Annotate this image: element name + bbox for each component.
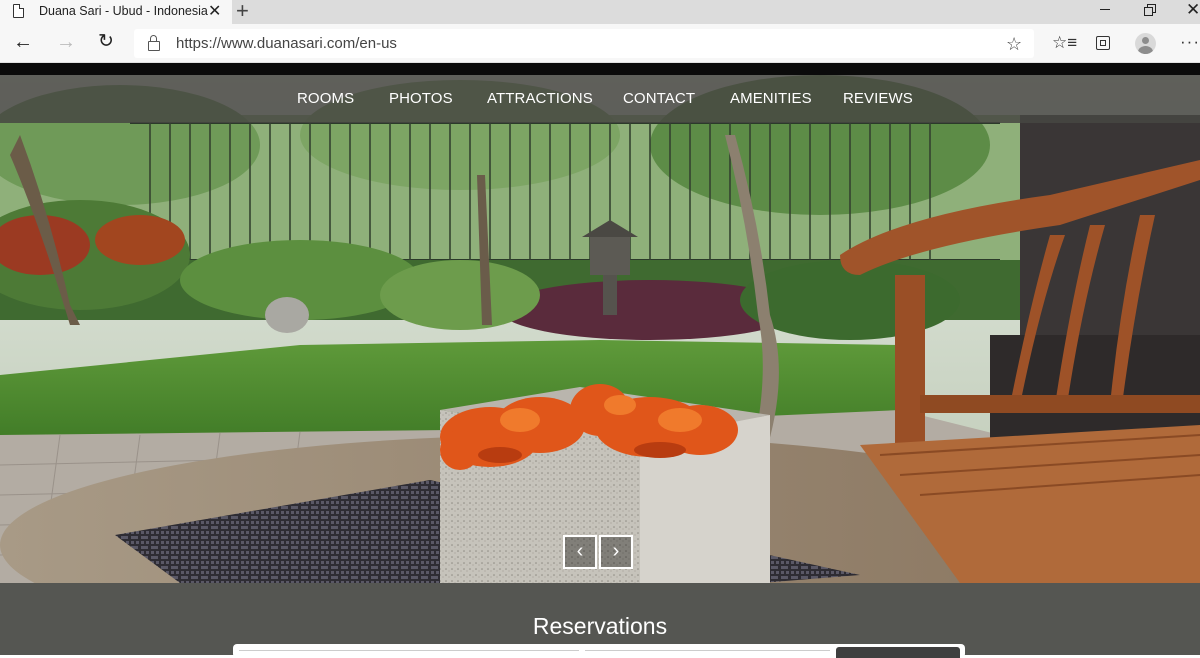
search-availability-button[interactable] (836, 647, 960, 658)
reservation-form (233, 644, 965, 658)
star-icon[interactable]: ☆ (1006, 34, 1022, 55)
page-icon (13, 4, 24, 18)
reservations-title: Reservations (532, 613, 668, 639)
site-header-band (0, 63, 1200, 75)
maximize-icon[interactable] (1144, 4, 1156, 16)
forward-arrow-icon[interactable]: → (56, 32, 76, 52)
reservations-section: Reservations (0, 583, 1200, 658)
carousel-next-button[interactable]: › (599, 535, 633, 569)
hero-slideshow-image (0, 75, 1200, 583)
carousel-prev-button[interactable]: ‹ (563, 535, 597, 569)
browser-tab[interactable]: Duana Sari - Ubud - Indonesia ✕ (0, 0, 232, 24)
more-icon[interactable]: ··· (1180, 32, 1200, 52)
nav-rooms[interactable]: ROOMS (297, 90, 354, 107)
plus-icon[interactable]: + (236, 0, 249, 24)
main-navigation: ROOMS PHOTOS ATTRACTIONS CONTACT AMENITI… (0, 75, 1200, 123)
nav-reviews[interactable]: REVIEWS (843, 90, 913, 107)
favorites-icon[interactable]: ☆≡ (1052, 33, 1077, 53)
nav-photos[interactable]: PHOTOS (389, 90, 453, 107)
tab-title: Duana Sari - Ubud - Indonesia (39, 4, 208, 18)
address-input[interactable]: https://www.duanasari.com/en-us (134, 29, 1034, 58)
collections-icon[interactable] (1096, 36, 1110, 50)
nav-contact[interactable]: CONTACT (623, 90, 695, 107)
profile-icon[interactable] (1135, 33, 1156, 54)
lock-icon[interactable] (148, 35, 160, 51)
chevron-left-icon: ‹ (576, 540, 584, 562)
checkout-field[interactable] (585, 650, 830, 651)
nav-attractions[interactable]: ATTRACTIONS (487, 90, 593, 107)
close-window-icon[interactable]: ✕ (1186, 0, 1200, 20)
minimize-icon[interactable] (1100, 2, 1110, 14)
close-icon[interactable]: ✕ (208, 1, 221, 21)
nav-amenities[interactable]: AMENITIES (730, 90, 812, 107)
back-arrow-icon[interactable]: ← (13, 32, 33, 52)
chevron-right-icon: › (612, 540, 620, 562)
refresh-icon[interactable]: ↻ (98, 32, 114, 52)
tab-strip: Duana Sari - Ubud - Indonesia ✕ + ✕ (0, 0, 1200, 24)
checkin-field[interactable] (239, 650, 579, 651)
url-text[interactable]: https://www.duanasari.com/en-us (176, 35, 397, 52)
